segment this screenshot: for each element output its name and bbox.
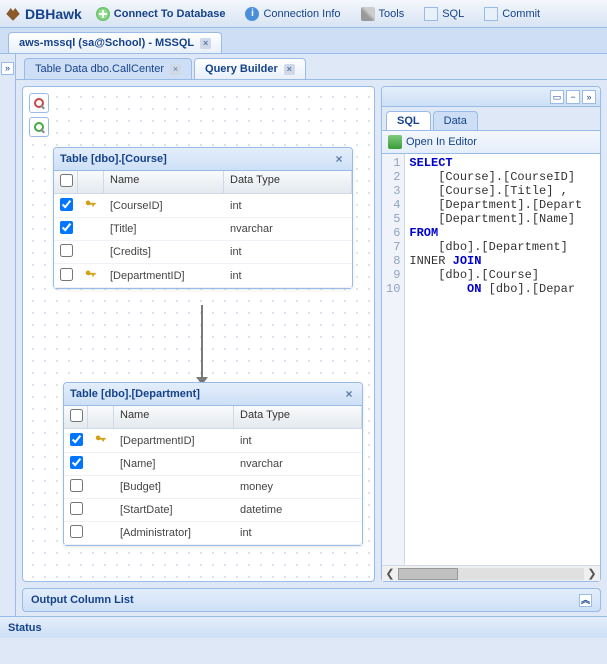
column-name: [StartDate] — [114, 501, 234, 519]
close-icon[interactable]: × — [200, 38, 211, 49]
column-type: int — [234, 432, 362, 450]
column-checkbox[interactable] — [60, 221, 73, 234]
column-checkbox[interactable] — [70, 456, 83, 469]
table-row[interactable]: [Name]nvarchar — [64, 453, 362, 476]
commit-icon — [484, 7, 498, 21]
table-course[interactable]: Table [dbo].[Course] × Name Data Type [C… — [53, 147, 353, 289]
connect-db-button[interactable]: Connect To Database — [90, 5, 232, 23]
column-name: [Name] — [114, 455, 234, 473]
horizontal-scrollbar[interactable]: ❮ ❯ — [382, 565, 600, 581]
tools-button[interactable]: Tools — [355, 5, 411, 23]
tab-data[interactable]: Data — [433, 111, 478, 130]
sidebar-collapse: » — [0, 54, 16, 616]
table-row[interactable]: [Budget]money — [64, 476, 362, 499]
connection-tab-strip: aws-mssql (sa@School) - MSSQL × — [0, 28, 607, 54]
open-in-editor-button[interactable]: Open In Editor — [406, 136, 477, 148]
table-row[interactable]: [Credits]int — [54, 241, 352, 264]
zoom-out-button[interactable] — [29, 93, 49, 113]
tab-sql[interactable]: SQL — [386, 111, 431, 130]
column-checkbox[interactable] — [70, 433, 83, 446]
commit-button[interactable]: Commit — [478, 5, 546, 23]
table-row[interactable]: [Title]nvarchar — [54, 218, 352, 241]
scroll-right-icon[interactable]: ❯ — [584, 567, 600, 580]
add-icon — [96, 7, 110, 21]
close-icon[interactable]: × — [342, 387, 356, 401]
column-checkbox[interactable] — [70, 502, 83, 515]
sql-preview-panel: ▭ − » SQL Data Open In Editor 1 2 3 4 5 … — [381, 86, 601, 582]
tab-table-data[interactable]: Table Data dbo.CallCenter × — [24, 58, 192, 79]
app-name: DBHawk — [25, 6, 82, 22]
expand-right-button[interactable]: » — [582, 90, 596, 104]
minimize-button[interactable]: ▭ — [550, 90, 564, 104]
column-checkbox[interactable] — [70, 525, 83, 538]
output-column-list-panel[interactable]: Output Column List ︽ — [22, 588, 601, 612]
column-name: [Budget] — [114, 478, 234, 496]
column-checkbox[interactable] — [60, 244, 73, 257]
expand-up-icon[interactable]: ︽ — [579, 594, 592, 607]
foreign-key-icon — [84, 267, 98, 281]
magnifier-minus-icon — [34, 98, 44, 108]
close-icon[interactable]: × — [332, 152, 346, 166]
sql-button[interactable]: SQL — [418, 5, 470, 23]
tab-query-builder[interactable]: Query Builder × — [194, 58, 306, 79]
expand-sidebar-button[interactable]: » — [1, 62, 14, 75]
column-name: [DepartmentID] — [114, 432, 234, 450]
column-name: [Administrator] — [114, 524, 234, 542]
table-row[interactable]: [DepartmentID]int — [54, 264, 352, 288]
status-bar: Status — [0, 616, 607, 638]
column-type: money — [234, 478, 362, 496]
primary-key-icon — [94, 432, 108, 446]
table-title: Table [dbo].[Course] — [60, 153, 167, 165]
table-row[interactable]: [CourseID]int — [54, 194, 352, 218]
select-all-checkbox[interactable] — [60, 174, 73, 187]
column-checkbox[interactable] — [60, 268, 73, 281]
line-gutter: 1 2 3 4 5 6 7 8 9 10 — [382, 154, 405, 565]
connection-tab[interactable]: aws-mssql (sa@School) - MSSQL × — [8, 32, 222, 53]
collapse-button[interactable]: − — [566, 90, 580, 104]
close-icon[interactable]: × — [284, 64, 295, 75]
table-row[interactable]: [Administrator]int — [64, 522, 362, 545]
column-name: [CourseID] — [104, 197, 224, 215]
app-logo: DBHawk — [4, 5, 82, 23]
column-type: datetime — [234, 501, 362, 519]
table-row[interactable]: [StartDate]datetime — [64, 499, 362, 522]
hawk-icon — [4, 5, 22, 23]
primary-key-icon — [84, 197, 98, 211]
column-type: nvarchar — [234, 455, 362, 473]
sql-icon — [424, 7, 438, 21]
column-name: [DepartmentID] — [104, 267, 224, 285]
close-icon[interactable]: × — [170, 64, 181, 75]
scroll-left-icon[interactable]: ❮ — [382, 567, 398, 580]
editor-tab-strip: Table Data dbo.CallCenter × Query Builde… — [16, 54, 607, 80]
column-name: [Title] — [104, 220, 224, 238]
open-editor-icon — [388, 135, 402, 149]
sql-code: SELECT [Course].[CourseID] [Course].[Tit… — [405, 154, 586, 565]
sql-editor[interactable]: 1 2 3 4 5 6 7 8 9 10 SELECT [Course].[Co… — [382, 154, 600, 565]
column-type: int — [224, 243, 352, 261]
zoom-in-button[interactable] — [29, 117, 49, 137]
info-icon: i — [245, 7, 259, 21]
column-type: nvarchar — [224, 220, 352, 238]
table-header: Name Data Type — [54, 171, 352, 194]
query-canvas[interactable]: Table [dbo].[Course] × Name Data Type [C… — [22, 86, 375, 582]
wrench-icon — [361, 7, 375, 21]
column-name: [Credits] — [104, 243, 224, 261]
table-department[interactable]: Table [dbo].[Department] × Name Data Typ… — [63, 382, 363, 546]
main-toolbar: DBHawk Connect To Database i Connection … — [0, 0, 607, 28]
select-all-checkbox[interactable] — [70, 409, 83, 422]
column-type: int — [224, 197, 352, 215]
table-title: Table [dbo].[Department] — [70, 388, 200, 400]
connection-info-button[interactable]: i Connection Info — [239, 5, 346, 23]
column-checkbox[interactable] — [60, 198, 73, 211]
table-row[interactable]: [DepartmentID]int — [64, 429, 362, 453]
scroll-thumb[interactable] — [398, 568, 458, 580]
table-header: Name Data Type — [64, 406, 362, 429]
column-type: int — [224, 267, 352, 285]
column-checkbox[interactable] — [70, 479, 83, 492]
join-line — [201, 305, 203, 383]
column-type: int — [234, 524, 362, 542]
magnifier-plus-icon — [34, 122, 44, 132]
